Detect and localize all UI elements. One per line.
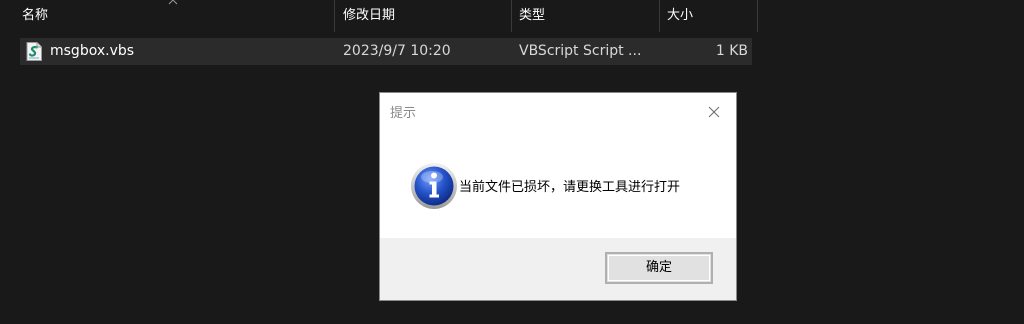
column-divider[interactable]: [757, 0, 758, 32]
column-size-header[interactable]: 大小: [667, 0, 693, 32]
column-divider[interactable]: [511, 0, 512, 32]
file-type: VBScript Script ...: [519, 43, 642, 59]
ok-button[interactable]: 确定: [605, 252, 713, 284]
column-name-header[interactable]: 名称: [22, 0, 48, 32]
file-name: msgbox.vbs: [50, 43, 135, 59]
file-row[interactable]: msgbox.vbs 2023/9/7 10:20 VBScript Scrip…: [20, 38, 752, 65]
dialog-footer: 确定: [380, 238, 736, 300]
dialog-message: 当前文件已损坏，请更换工具进行打开: [459, 180, 681, 195]
info-icon: [411, 163, 457, 209]
file-size: 1 KB: [715, 43, 748, 59]
message-dialog: 提示 当前文件已损坏，请更换工具进行打开 确定: [379, 92, 737, 301]
vbs-script-icon: [26, 42, 42, 61]
dialog-title: 提示: [390, 106, 417, 121]
close-icon[interactable]: [706, 104, 722, 120]
ok-button-label: 确定: [645, 260, 672, 275]
column-divider[interactable]: [659, 0, 660, 32]
file-modified: 2023/9/7 10:20: [343, 43, 451, 59]
column-modified-header[interactable]: 修改日期: [343, 0, 395, 32]
column-divider[interactable]: [334, 0, 335, 32]
column-type-header[interactable]: 类型: [519, 0, 545, 32]
sort-up-icon: [168, 0, 178, 5]
column-header: 名称 修改日期 类型 大小: [0, 0, 1024, 32]
